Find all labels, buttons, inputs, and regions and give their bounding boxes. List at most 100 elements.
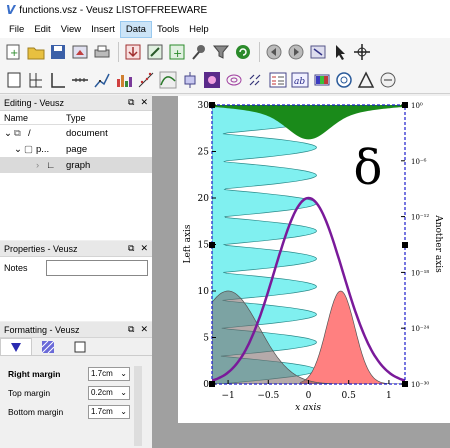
main-toolbar: + + (0, 38, 450, 66)
widget-toolbar: ab (0, 66, 450, 94)
left-tick-label: 15 (198, 241, 210, 251)
chevron-down-icon[interactable]: ⌄ (14, 144, 24, 155)
add-axis-icon[interactable] (70, 70, 90, 90)
formatting-scrollbar[interactable] (134, 366, 142, 446)
col-name-header[interactable]: Name (0, 113, 66, 123)
right-margin-label: Right margin (8, 368, 61, 379)
add-function-icon[interactable] (158, 70, 178, 90)
tree-row-page[interactable]: ⌄ ▢ p... page (0, 141, 152, 157)
float-icon[interactable]: ⧉ (128, 243, 134, 254)
notes-field[interactable] (46, 260, 148, 276)
print-icon[interactable] (92, 42, 112, 62)
window-title: functions.vsz - Veusz LISTOFFREEWARE (19, 4, 208, 16)
crosshair-icon[interactable] (352, 42, 372, 62)
tree-row-document[interactable]: ⌄ ⧉ / document (0, 125, 152, 141)
open-folder-icon[interactable] (26, 42, 46, 62)
col-type-header[interactable]: Type (66, 113, 86, 123)
close-icon[interactable]: ✕ (140, 97, 148, 108)
add-xy-icon[interactable] (92, 70, 112, 90)
close-icon[interactable]: ✕ (140, 243, 148, 254)
plot-page: 0 5 10 15 20 25 30 −1 −0.5 0 0.5 1 10⁰ 10⁻⁶ 10⁻¹² 10⁻… (178, 96, 450, 423)
delta-annotation: δ (354, 140, 383, 196)
edit-data-icon[interactable] (145, 42, 165, 62)
add-boxplot-icon[interactable] (180, 70, 200, 90)
bottom-margin-input[interactable]: 1.7cm ⌄ (88, 404, 130, 419)
add-page-icon[interactable] (4, 70, 24, 90)
menu-help[interactable]: Help (184, 22, 214, 37)
top-margin-input[interactable]: 0.2cm ⌄ (88, 385, 130, 400)
x-tick-label: −1 (221, 391, 234, 401)
bottom-margin-row: Bottom margin 1.7cm ⌄ (0, 402, 152, 421)
filter-data-icon[interactable] (211, 42, 231, 62)
add-ellipse-icon[interactable] (334, 70, 354, 90)
import-data-icon[interactable] (123, 42, 143, 62)
close-icon[interactable]: ✕ (140, 324, 148, 335)
left-tick-label: 30 (198, 101, 210, 111)
chevron-down-icon[interactable]: ⌄ (120, 388, 127, 397)
chevron-down-icon[interactable]: ⌄ (120, 369, 127, 378)
tree-row-type: page (66, 143, 88, 155)
add-contour-icon[interactable] (224, 70, 244, 90)
save-icon[interactable] (48, 42, 68, 62)
left-tick-label: 20 (198, 194, 210, 204)
page-icon: ▢ (24, 143, 33, 155)
right-margin-input[interactable]: 1.7cm ⌄ (88, 366, 130, 381)
capture-data-icon[interactable] (189, 42, 209, 62)
select-pointer-icon[interactable] (330, 42, 350, 62)
tab-background[interactable] (32, 338, 64, 355)
chevron-right-icon[interactable]: › (36, 160, 46, 171)
float-icon[interactable]: ⧉ (128, 97, 134, 108)
add-line-icon[interactable] (378, 70, 398, 90)
left-tick-label: 25 (198, 148, 210, 158)
add-graph-icon[interactable] (48, 70, 68, 90)
right-axis-label: Another axis (433, 214, 443, 273)
float-icon[interactable]: ⧉ (128, 324, 134, 335)
svg-text:ab: ab (294, 77, 305, 87)
add-key-icon[interactable] (268, 70, 288, 90)
tree-row-name: / (28, 127, 31, 139)
right-tick-label: 10⁻³⁰ (411, 381, 429, 389)
bottom-margin-label: Bottom margin (8, 406, 64, 417)
export-icon[interactable] (70, 42, 90, 62)
menu-edit[interactable]: Edit (29, 22, 55, 37)
right-margin-row: Right margin 1.7cm ⌄ (0, 364, 152, 383)
x-tick-label: −0.5 (257, 391, 279, 401)
next-page-icon[interactable] (286, 42, 306, 62)
formatting-panel-header: Formatting - Veusz ⧉ ✕ (0, 322, 152, 338)
right-margin-value: 1.7cm (91, 369, 113, 378)
plot-canvas[interactable]: 0 5 10 15 20 25 30 −1 −0.5 0 0.5 1 10⁰ 10⁻⁶ 10⁻¹² 10⁻… (178, 96, 450, 423)
add-grid-icon[interactable] (26, 70, 46, 90)
bottom-margin-value: 1.7cm (91, 407, 113, 416)
tab-border[interactable] (64, 338, 96, 355)
menu-file[interactable]: File (4, 22, 29, 37)
chevron-down-icon[interactable]: ⌄ (120, 407, 127, 416)
add-polygon-icon[interactable] (356, 70, 376, 90)
add-colorbar-icon[interactable] (312, 70, 332, 90)
notes-row: Notes (0, 257, 152, 279)
zoom-box-icon[interactable] (308, 42, 328, 62)
menu-view[interactable]: View (56, 22, 86, 37)
left-axis-label: Left axis (183, 224, 193, 263)
top-margin-label: Top margin (8, 387, 51, 398)
add-image-icon[interactable] (202, 70, 222, 90)
chevron-down-icon[interactable]: ⌄ (4, 128, 14, 139)
tab-main-formatting[interactable] (0, 338, 32, 355)
tree-row-graph[interactable]: › ∟ graph (0, 157, 152, 173)
menu-tools[interactable]: Tools (152, 22, 184, 37)
add-fit-icon[interactable] (136, 70, 156, 90)
x-axis-label: x axis (295, 403, 321, 413)
x-tick-label: 0 (306, 391, 312, 401)
add-vectorfield-icon[interactable] (246, 70, 266, 90)
editing-panel-header: Editing - Veusz ⧉ ✕ (0, 95, 152, 111)
reload-data-icon[interactable] (233, 42, 253, 62)
add-label-icon[interactable]: ab (290, 70, 310, 90)
menu-insert[interactable]: Insert (86, 22, 120, 37)
previous-page-icon[interactable] (264, 42, 284, 62)
right-tick-label: 10⁻¹⁸ (411, 269, 429, 277)
create-data-icon[interactable]: + (167, 42, 187, 62)
editing-panel: Editing - Veusz ⧉ ✕ Name Type ⌄ ⧉ / docum… (0, 95, 152, 240)
add-bar-icon[interactable] (114, 70, 134, 90)
document-icon: ⧉ (14, 127, 21, 139)
menu-data[interactable]: Data (119, 20, 152, 38)
new-document-icon[interactable]: + (4, 42, 24, 62)
